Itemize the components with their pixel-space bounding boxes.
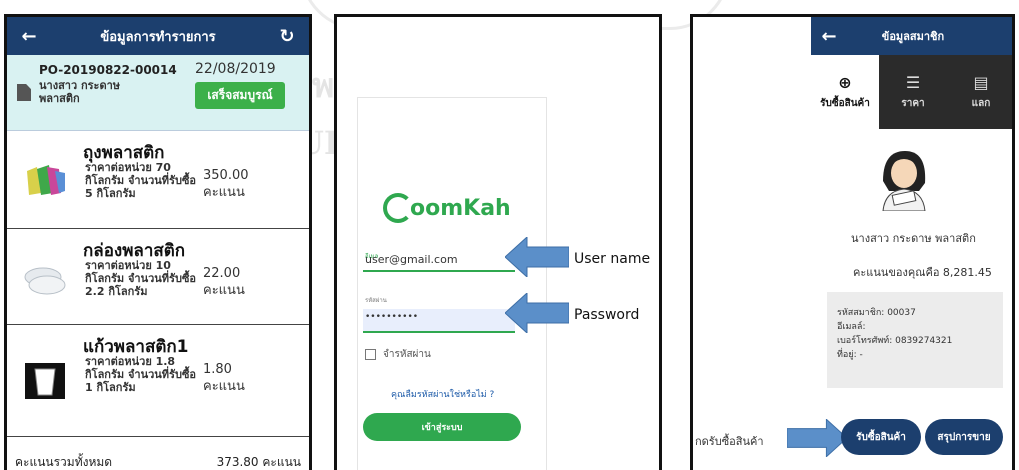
username-annotation: User name — [574, 251, 651, 267]
tab-price[interactable]: ☰ ราคา — [879, 55, 947, 129]
points-unit: คะแนน — [203, 185, 245, 200]
transaction-detail-screen: ← ข้อมูลการทำรายการ ↻ PO-20190822-00014 … — [4, 14, 312, 470]
list-item[interactable]: ถุงพลาสติก ราคาต่อหน่วย 70 กิโลกรัม จำนว… — [7, 131, 309, 229]
plastic-cup-icon — [25, 363, 65, 399]
remember-checkbox[interactable] — [365, 349, 376, 360]
logo-ring-icon — [383, 193, 413, 223]
member-name: นางสาว กระดาษ พลาสติก — [851, 232, 976, 245]
member-points: คะแนนของคุณคือ 8,281.45 — [853, 266, 992, 279]
cart-add-icon: ⊕ — [838, 73, 852, 92]
total-value: 373.80 คะแนน — [216, 455, 301, 469]
member-id: รหัสสมาชิก: 00037 — [837, 308, 916, 318]
customer-name: นางสาว กระดาษ พลาสติก — [39, 79, 121, 105]
order-id: PO-20190822-00014 — [39, 63, 177, 77]
member-email: อีเมลล์: — [837, 322, 866, 332]
app-logo: oomKah — [383, 193, 511, 223]
member-address: ที่อยู่: - — [837, 350, 863, 360]
arrow-left-icon[interactable]: ← — [19, 26, 39, 47]
order-summary: PO-20190822-00014 นางสาว กระดาษ พลาสติก … — [7, 55, 309, 131]
avatar — [882, 151, 926, 211]
arrow-right-annotation-icon — [787, 419, 847, 457]
tab-buy[interactable]: ⊕ รับซื้อสินค้า — [811, 55, 879, 129]
points-unit: คะแนน — [203, 283, 245, 298]
status-badge: เสร็จสมบูรณ์ — [195, 82, 285, 109]
member-phone: เบอร์โทรศัพท์: 0839274321 — [837, 336, 953, 346]
points-value: 350.00 — [203, 168, 249, 183]
page-title: ข้อมูลสมาชิก — [881, 30, 945, 43]
document-icon — [17, 84, 31, 101]
buy-button[interactable]: รับซื้อสินค้า — [841, 419, 921, 455]
figure-canvas: พ ลัย UL ERSITY ← ข้อมูลการทำรายการ ↻ PO… — [0, 0, 1019, 470]
app-header: ← ข้อมูลสมาชิก — [811, 17, 1012, 55]
plastic-box-icon — [24, 267, 66, 295]
password-label: รหัสผ่าน — [365, 297, 387, 304]
password-annotation: Password — [574, 307, 640, 323]
total-label: คะแนนรวมทั้งหมด — [15, 455, 113, 469]
member-details: รหัสสมาชิก: 00037 อีเมลล์: เบอร์โทรศัพท์… — [827, 292, 1003, 388]
item-points: 22.00 คะแนน — [203, 265, 245, 299]
item-points: 1.80 คะแนน — [203, 361, 245, 395]
tab-label: แลก — [971, 98, 991, 109]
total-row: คะแนนรวมทั้งหมด 373.80 คะแนน — [7, 453, 309, 470]
list-item[interactable]: กล่องพลาสติก ราคาต่อหน่วย 10 กิโลกรัม จำ… — [7, 229, 309, 325]
tab-bar: ⊕ รับซื้อสินค้า ☰ ราคา ▤ แลก — [811, 55, 1012, 129]
username-field[interactable]: user@gmail.com — [365, 253, 458, 266]
points-value: 22.00 — [203, 266, 241, 281]
points-unit: คะแนน — [203, 379, 245, 394]
cart-icon: ▤ — [973, 73, 989, 92]
member-info-screen: ← ข้อมูลสมาชิก ⊕ รับซื้อสินค้า ☰ ราคา ▤ … — [690, 14, 1015, 470]
arrow-left-annotation-icon — [505, 237, 569, 277]
username-underline — [363, 270, 515, 272]
forgot-password-link[interactable]: คุณลืมรหัสผ่านใช่หรือไม่ ? — [391, 387, 494, 401]
sales-summary-button[interactable]: สรุปการขาย — [925, 419, 1003, 455]
plastic-bag-icon — [27, 165, 65, 195]
item-description: ราคาต่อหน่วย 10 กิโลกรัม จำนวนที่รับซื้อ… — [85, 259, 197, 298]
points-value: 1.80 — [203, 362, 232, 377]
item-points: 350.00 คะแนน — [203, 167, 249, 201]
app-header: ← ข้อมูลการทำรายการ ↻ — [7, 17, 309, 55]
page-title: ข้อมูลการทำรายการ — [100, 29, 216, 45]
arrow-left-annotation-icon — [505, 293, 569, 333]
buy-annotation: กดรับซื้อสินค้า — [695, 435, 764, 448]
refresh-icon[interactable]: ↻ — [277, 26, 297, 47]
tab-label: รับซื้อสินค้า — [820, 98, 870, 109]
tab-label: ราคา — [901, 98, 925, 109]
arrow-left-icon[interactable]: ← — [819, 26, 839, 47]
tab-redeem[interactable]: ▤ แลก — [947, 55, 1012, 129]
list-item[interactable]: แก้วพลาสติก1 ราคาต่อหน่วย 1.8 กิโลกรัม จ… — [7, 325, 309, 437]
login-screen: oomKah อีเมล user@gmail.com รหัสผ่าน •••… — [334, 14, 662, 470]
item-description: ราคาต่อหน่วย 1.8 กิโลกรัม จำนวนที่รับซื้… — [85, 355, 197, 394]
login-button[interactable]: เข้าสู่ระบบ — [363, 413, 521, 441]
order-date: 22/08/2019 — [195, 61, 276, 77]
password-value: •••••••••• — [365, 312, 419, 322]
logo-text: oomKah — [410, 195, 511, 221]
list-icon: ☰ — [905, 73, 921, 92]
remember-label: จำรหัสผ่าน — [383, 349, 431, 360]
item-description: ราคาต่อหน่วย 70 กิโลกรัม จำนวนที่รับซื้อ… — [85, 161, 197, 200]
